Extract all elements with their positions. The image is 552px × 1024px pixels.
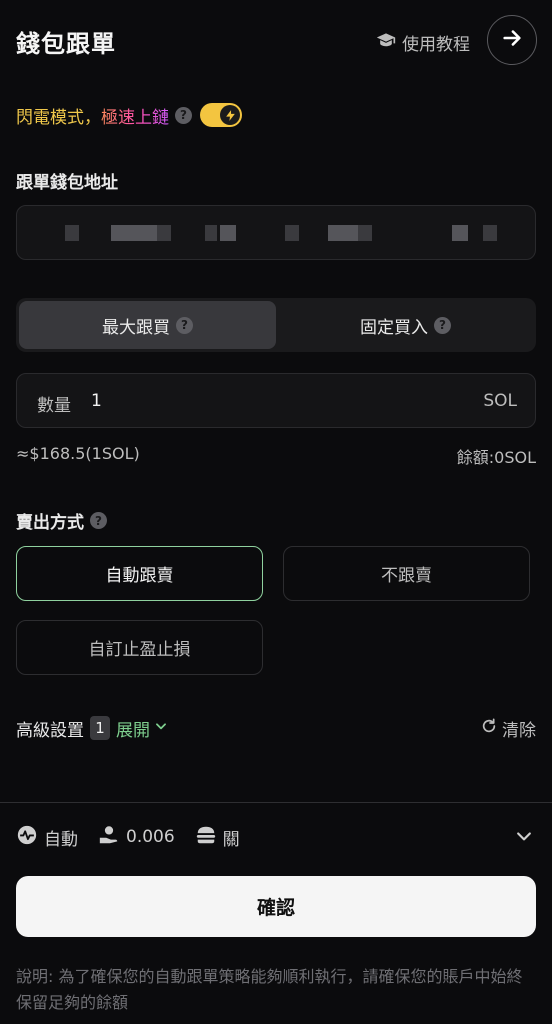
advanced-settings-label: 高級設置	[16, 720, 84, 741]
no-follow-sell-button[interactable]: 不跟賣	[283, 546, 530, 601]
help-icon[interactable]: ?	[176, 316, 193, 334]
chevron-down-icon	[154, 718, 168, 738]
help-icon[interactable]: ?	[434, 316, 451, 334]
priority-tip: 0.006	[98, 824, 175, 851]
balance-text: 餘額:0SOL	[456, 448, 536, 467]
sell-method-label: 賣出方式	[16, 513, 84, 533]
clear-button[interactable]: 清除	[481, 715, 536, 741]
tip-value: 0.006	[126, 827, 175, 847]
mev-value: 關	[222, 829, 240, 850]
chevron-down-icon[interactable]	[514, 826, 534, 846]
disclaimer-note: 說明: 為了確保您的自動跟單策略能夠順利執行，請確保您的賬戶中始終保留足夠的餘額	[16, 967, 523, 1012]
arrow-right-icon	[501, 27, 523, 53]
tab-label: 最大跟買	[102, 317, 170, 338]
flash-mode-toggle[interactable]	[200, 103, 242, 127]
flash-mode-row: 閃電模式， 極速上鏈 ?	[16, 102, 242, 128]
page-title: 錢包跟單	[16, 30, 116, 58]
pulse-icon	[16, 824, 38, 851]
wallet-address-label: 跟單錢包地址	[16, 173, 118, 193]
clear-label: 清除	[502, 720, 536, 741]
expand-button[interactable]: 展開	[116, 716, 168, 741]
lightning-icon	[220, 105, 240, 125]
wallet-address-input[interactable]	[16, 205, 536, 260]
quantity-label: 數量	[37, 396, 71, 416]
tab-max-follow-buy[interactable]: 最大跟買 ?	[19, 301, 276, 349]
tutorial-link[interactable]: 使用教程	[376, 30, 470, 55]
tab-fixed-buy[interactable]: 固定買入 ?	[278, 301, 533, 349]
sell-method-header: 賣出方式 ?	[16, 508, 107, 533]
quantity-value[interactable]: 1	[91, 391, 102, 411]
tip-hand-icon	[98, 824, 120, 851]
auto-follow-sell-button[interactable]: 自動跟賣	[16, 546, 263, 601]
custom-tp-sl-button[interactable]: 自訂止盈止損	[16, 620, 263, 675]
fast-chain-label: 極速上鏈	[101, 103, 169, 128]
tutorial-label: 使用教程	[402, 35, 470, 55]
next-button[interactable]	[487, 15, 537, 65]
quantity-unit: SOL	[483, 391, 517, 411]
flash-mode-label: 閃電模式，	[16, 107, 101, 128]
confirm-button[interactable]: 確認	[16, 876, 536, 937]
tab-label: 固定買入	[360, 317, 428, 338]
quantity-usd-estimate: ≈$168.5(1SOL)	[16, 444, 140, 463]
advanced-count-badge: 1	[90, 716, 110, 740]
advanced-settings-row: 高級設置 1 展開	[16, 715, 168, 741]
quantity-input[interactable]: 數量 1 SOL	[16, 373, 536, 428]
divider	[0, 802, 552, 803]
mev-protection: 關	[195, 824, 240, 851]
help-icon[interactable]: ?	[175, 106, 192, 124]
help-icon[interactable]: ?	[90, 512, 107, 529]
graduation-cap-icon	[376, 30, 396, 55]
buy-mode-selector: 最大跟買 ? 固定買入 ?	[16, 298, 536, 352]
burger-icon	[195, 824, 217, 851]
expand-label: 展開	[116, 720, 150, 741]
refresh-icon	[481, 717, 497, 739]
gas-mode: 自動	[16, 824, 78, 851]
gas-mode-value: 自動	[44, 829, 78, 850]
transaction-settings-row[interactable]: 自動 0.006 關	[16, 824, 260, 850]
